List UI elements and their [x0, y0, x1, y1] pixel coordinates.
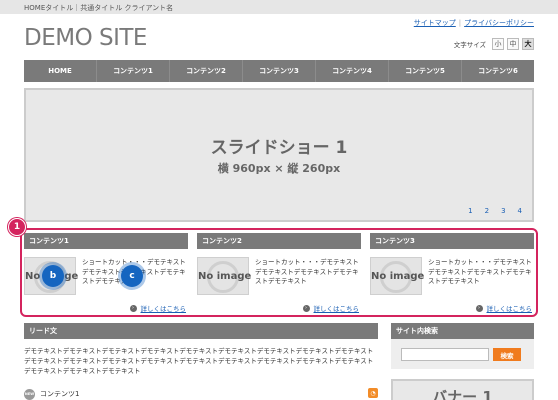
content-column-1-heading: コンテンツ1 — [24, 233, 188, 249]
nav-item-contents-1[interactable]: コンテンツ1 — [97, 60, 170, 82]
content-column-2-text: ショートカット・・・デモテキストデモテキストデモテキストデモテキストデモテキスト — [255, 258, 359, 285]
lead-text: デモテキストデモテキストデモテキストデモテキストデモテキストデモテキストデモテキ… — [24, 347, 374, 375]
no-image-label: No image — [371, 271, 425, 282]
font-size-label: 文字サイズ — [453, 41, 486, 49]
site-logo[interactable]: DEMO SITE — [24, 25, 147, 51]
no-image-placeholder: No image — [370, 257, 425, 295]
slideshow-pager: 1 2 3 4 — [468, 207, 522, 215]
content-column-1-more-link[interactable]: 詳しくはこちら — [141, 303, 187, 313]
annotation-badge-1: 1 — [8, 218, 26, 236]
banner-1-label: バナー 1 — [432, 388, 493, 400]
lead-heading: リード文 — [24, 323, 378, 339]
news-item: NEW コンテンツ1 ◔ — [24, 388, 378, 400]
content-column-3-more-link[interactable]: 詳しくはこちら — [487, 303, 533, 313]
news-label[interactable]: コンテンツ1 — [40, 389, 79, 399]
utility-links: サイトマップ | プライバシーポリシー — [414, 18, 534, 28]
slideshow-title: スライドショー 1 — [210, 138, 348, 158]
nav-item-contents-2[interactable]: コンテンツ2 — [170, 60, 243, 82]
content-column-2-more-link[interactable]: 詳しくはこちら — [314, 303, 360, 313]
sitemap-link[interactable]: サイトマップ — [414, 19, 456, 27]
nav-item-home[interactable]: HOME — [24, 60, 97, 82]
no-image-placeholder: No image — [197, 257, 252, 295]
nav-item-contents-5[interactable]: コンテンツ5 — [389, 60, 462, 82]
slide-page-2[interactable]: 2 — [485, 207, 489, 215]
nav-item-contents-4[interactable]: コンテンツ4 — [316, 60, 389, 82]
content-column-3-heading: コンテンツ3 — [370, 233, 534, 249]
slide-page-3[interactable]: 3 — [501, 207, 505, 215]
rss-icon[interactable]: ◔ — [368, 388, 378, 398]
nav-item-contents-6[interactable]: コンテンツ6 — [462, 60, 534, 82]
site-search-input[interactable] — [401, 348, 489, 361]
font-size-switcher: 文字サイズ 小 中 大 — [454, 38, 534, 50]
chevron-right-icon: › — [129, 304, 137, 312]
chevron-right-icon: › — [475, 304, 483, 312]
slideshow-size-label: 横 960px × 縦 260px — [217, 162, 341, 175]
content-column-1-more: › 詳しくはこちら — [129, 303, 187, 313]
new-badge-icon: NEW — [24, 388, 35, 400]
site-search-box: 検索 — [391, 339, 534, 369]
content-column-3-more: › 詳しくはこちら — [475, 303, 533, 313]
site-search-button[interactable]: 検索 — [493, 348, 521, 361]
annotation-marker-c: c — [121, 265, 143, 287]
link-separator: | — [458, 19, 462, 27]
nav-item-contents-3[interactable]: コンテンツ3 — [243, 60, 316, 82]
content-column-2-more: › 詳しくはこちら — [302, 303, 360, 313]
top-bar: HOMEタイトル｜共通タイトル クライアント名 — [0, 0, 558, 14]
slide-page-4[interactable]: 4 — [518, 207, 522, 215]
content-column-3: コンテンツ3 No image ショートカット・・・デモテキストデモテキストデモ… — [370, 233, 534, 315]
font-size-small-button[interactable]: 小 — [492, 38, 504, 50]
chevron-right-icon: › — [302, 304, 310, 312]
no-image-label: No image — [198, 271, 252, 282]
content-column-3-text: ショートカット・・・デモテキストデモテキストデモテキストデモテキストデモテキスト — [428, 258, 532, 285]
site-search-heading: サイト内検索 — [391, 323, 534, 339]
annotation-marker-b: b — [42, 265, 64, 287]
content-column-2: コンテンツ2 No image ショートカット・・・デモテキストデモテキストデモ… — [197, 233, 361, 315]
font-size-large-button[interactable]: 大 — [522, 38, 534, 50]
privacy-policy-link[interactable]: プライバシーポリシー — [464, 19, 534, 27]
slideshow[interactable]: スライドショー 1 横 960px × 縦 260px 1 2 3 4 — [24, 88, 534, 222]
slide-page-1[interactable]: 1 — [468, 207, 472, 215]
global-nav: HOME コンテンツ1 コンテンツ2 コンテンツ3 コンテンツ4 コンテンツ5 … — [24, 60, 534, 82]
top-bar-title: HOMEタイトル｜共通タイトル クライアント名 — [24, 4, 174, 12]
banner-1[interactable]: バナー 1 — [391, 379, 534, 400]
font-size-medium-button[interactable]: 中 — [507, 38, 519, 50]
content-column-2-heading: コンテンツ2 — [197, 233, 361, 249]
